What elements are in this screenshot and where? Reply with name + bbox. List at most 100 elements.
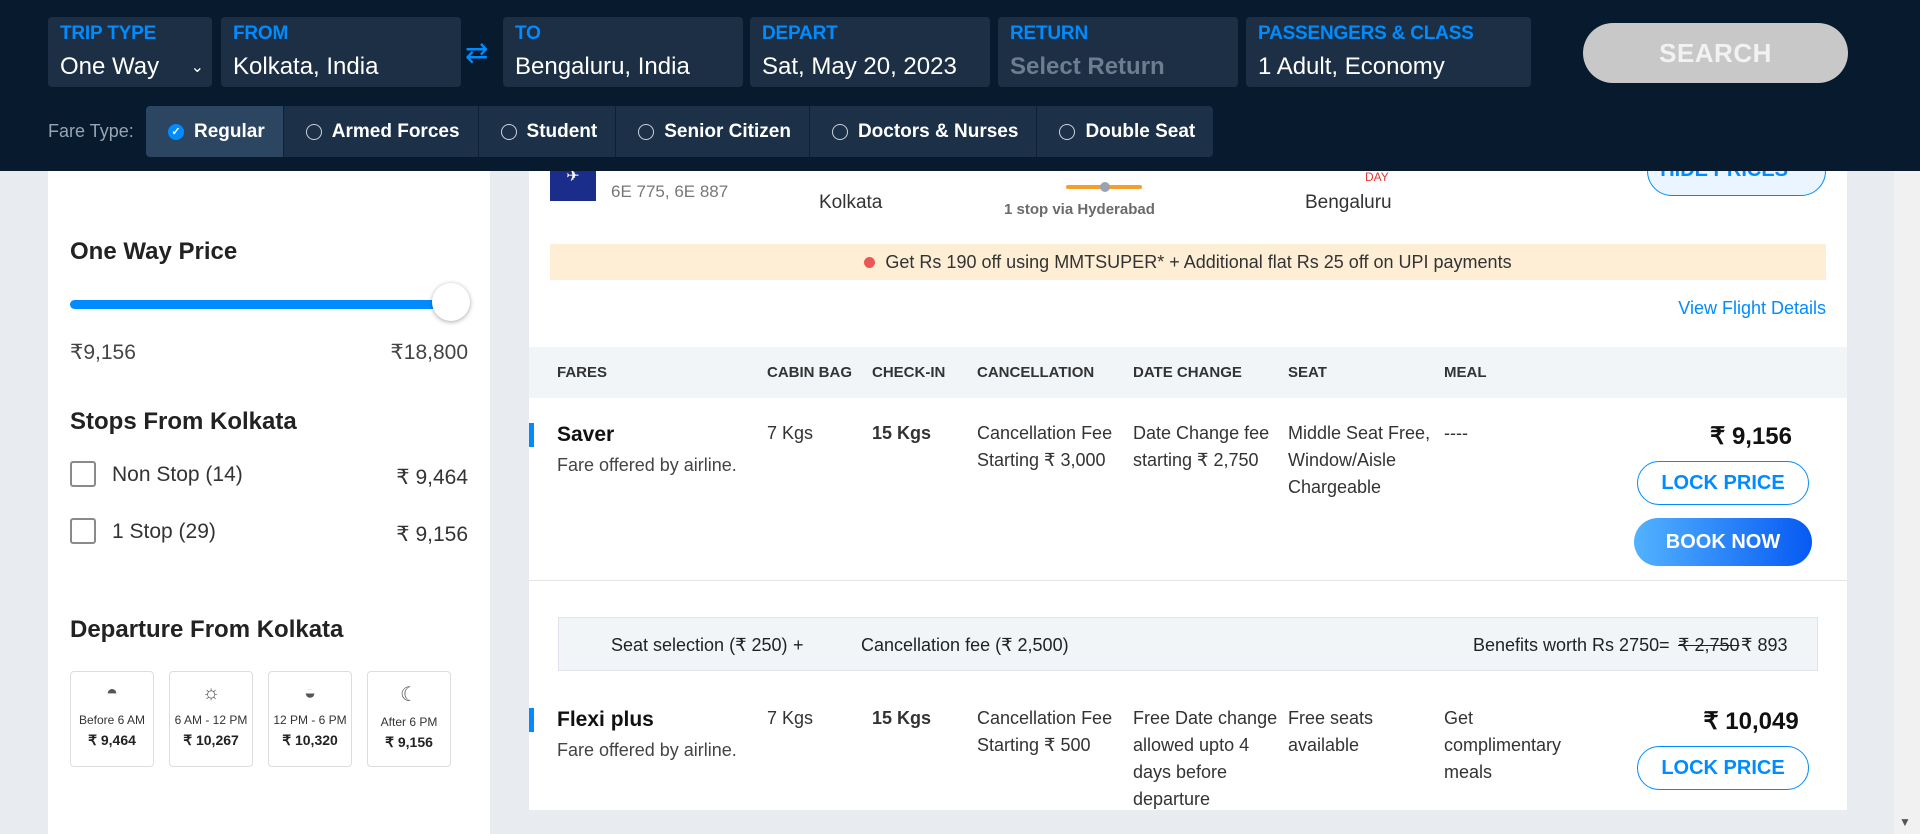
fare-type-options: ✓ Regular Armed Forces Student Senior Ci… — [146, 106, 1214, 157]
seat: Free seats available — [1288, 708, 1374, 755]
price-slider-handle[interactable] — [432, 283, 470, 321]
return-field[interactable]: RETURN Select Return — [998, 17, 1238, 87]
sunset-icon: ◒ — [303, 682, 317, 704]
time-slot-price: ₹ 10,320 — [282, 732, 338, 748]
time-slot-6am-12pm[interactable]: ☼ 6 AM - 12 PM ₹ 10,267 — [169, 671, 253, 767]
return-value: Select Return — [1010, 53, 1165, 80]
card-bottom-edge — [529, 810, 1847, 820]
fare-subtitle: Fare offered by airline. — [557, 455, 737, 475]
checkbox[interactable] — [70, 461, 96, 487]
fare-option-label: Regular — [194, 120, 265, 142]
benefit-plus: + — [793, 635, 804, 655]
lock-price-button[interactable]: LOCK PRICE — [1637, 461, 1809, 505]
price-filter-title: One Way Price — [70, 238, 238, 265]
col-meal: MEAL — [1444, 364, 1487, 381]
trip-type-value: One Way — [60, 53, 160, 80]
time-slot-label: 12 PM - 6 PM — [273, 713, 347, 727]
book-now-button[interactable]: BOOK NOW — [1634, 518, 1812, 566]
stop-price: ₹ 9,464 — [396, 466, 468, 489]
stop-option-non-stop[interactable]: Non Stop (14) ₹ 9,464 — [70, 461, 468, 491]
stop-info: 1 stop via Hyderabad — [1004, 201, 1155, 218]
scroll-down-arrow-icon[interactable]: ▼ — [1899, 815, 1911, 829]
from-field[interactable]: FROM Kolkata, India — [221, 17, 461, 87]
stop-label: Non Stop (14) — [112, 463, 243, 486]
depart-label: DEPART — [762, 23, 838, 44]
fare-option-armed-forces[interactable]: Armed Forces — [284, 106, 479, 157]
benefit-equals: = — [1659, 635, 1670, 655]
radio-icon — [500, 123, 517, 140]
price-slider-track[interactable] — [70, 300, 450, 309]
filter-sidebar: One Way Price ₹9,156 ₹18,800 Stops From … — [48, 150, 490, 834]
depart-field[interactable]: DEPART Sat, May 20, 2023 — [750, 17, 990, 87]
promo-text: Get Rs 190 off using MMTSUPER* + Additio… — [885, 251, 1512, 272]
divider — [529, 580, 1847, 581]
price-min: ₹9,156 — [70, 341, 136, 364]
cabin-bag: 7 Kgs — [767, 423, 814, 443]
radio-icon — [1059, 123, 1076, 140]
trip-type-select[interactable]: TRIP TYPE One Way ⌄ — [48, 17, 212, 87]
time-slot-price: ₹ 9,464 — [88, 732, 136, 748]
fare-option-double-seat[interactable]: Double Seat — [1037, 106, 1213, 157]
moon-icon: ☾ — [400, 684, 418, 706]
departure-city: Kolkata — [819, 192, 883, 213]
radio-icon — [638, 123, 655, 140]
from-value: Kolkata, India — [233, 53, 379, 80]
search-button[interactable]: SEARCH — [1583, 23, 1848, 83]
to-label: TO — [515, 23, 541, 44]
departure-filter-title: Departure From Kolkata — [70, 616, 344, 643]
fare-indicator — [529, 423, 534, 447]
seat: Middle Seat Free, Window/Aisle Chargeabl… — [1288, 423, 1431, 497]
benefit-new-price: ₹ 893 — [1741, 635, 1788, 655]
meal: ---- — [1444, 423, 1468, 443]
cancellation: Cancellation Fee Starting ₹ 3,000 — [977, 423, 1113, 470]
radio-icon — [831, 123, 848, 140]
fare-option-regular[interactable]: ✓ Regular — [146, 106, 284, 157]
col-date-change: DATE CHANGE — [1133, 364, 1242, 381]
col-check-in: CHECK-IN — [872, 364, 946, 381]
benefit-old-price: ₹ 2,750 — [1678, 635, 1740, 655]
arrival-city: Bengaluru — [1305, 192, 1392, 213]
fare-option-student[interactable]: Student — [479, 106, 617, 157]
time-slot-price: ₹ 9,156 — [385, 734, 433, 750]
fare-option-label: Double Seat — [1085, 120, 1196, 142]
fare-option-doctors-nurses[interactable]: Doctors & Nurses — [810, 106, 1038, 157]
passengers-field[interactable]: PASSENGERS & CLASS 1 Adult, Economy — [1246, 17, 1531, 87]
fare-option-senior-citizen[interactable]: Senior Citizen — [616, 106, 810, 157]
fare-option-label: Doctors & Nurses — [857, 120, 1019, 142]
swap-icon[interactable]: ⇄ — [465, 36, 488, 69]
promo-banner: Get Rs 190 off using MMTSUPER* + Additio… — [550, 244, 1826, 280]
next-day-tag: DAY — [1365, 170, 1389, 184]
time-slot-before-6am[interactable]: ◓ Before 6 AM ₹ 9,464 — [70, 671, 154, 767]
benefit-seat: Seat selection (₹ 250) — [611, 635, 788, 655]
date-change: Date Change fee starting ₹ 2,750 — [1133, 423, 1270, 470]
to-field[interactable]: TO Bengaluru, India — [503, 17, 743, 87]
benefit-worth: Benefits worth Rs 2750 — [1473, 635, 1660, 655]
cabin-bag: 7 Kgs — [767, 708, 814, 728]
fare-price: ₹ 10,049 — [1703, 708, 1799, 735]
depart-value: Sat, May 20, 2023 — [762, 53, 957, 80]
check-in: 15 Kgs — [872, 708, 932, 728]
benefit-cancel: Cancellation fee (₹ 2,500) — [861, 635, 1069, 655]
time-slot-12pm-6pm[interactable]: ◒ 12 PM - 6 PM ₹ 10,320 — [268, 671, 352, 767]
passengers-label: PASSENGERS & CLASS — [1258, 23, 1474, 44]
passengers-value: 1 Adult, Economy — [1258, 53, 1445, 80]
chevron-down-icon: ⌄ — [190, 59, 204, 76]
date-change: Free Date change allowed upto 4 days bef… — [1133, 708, 1278, 809]
time-slot-label: Before 6 AM — [78, 713, 146, 727]
fare-name: Saver — [557, 423, 615, 446]
cancellation: Cancellation Fee Starting ₹ 500 — [977, 708, 1113, 755]
search-header: TRIP TYPE One Way ⌄ FROM Kolkata, India … — [0, 0, 1920, 171]
stop-option-1-stop[interactable]: 1 Stop (29) ₹ 9,156 — [70, 518, 468, 548]
col-cabin-bag: CABIN BAG — [767, 364, 852, 381]
view-flight-details-link[interactable]: View Flight Details — [1678, 298, 1826, 319]
time-slot-after-6pm[interactable]: ☾ After 6 PM ₹ 9,156 — [367, 671, 451, 767]
check-icon: ✓ — [168, 123, 184, 140]
checkbox[interactable] — [70, 518, 96, 544]
col-fares: FARES — [557, 364, 608, 381]
fare-option-label: Student — [526, 120, 598, 142]
radio-icon — [305, 123, 322, 140]
lock-price-button[interactable]: LOCK PRICE — [1637, 746, 1809, 790]
col-cancellation: CANCELLATION — [977, 364, 1095, 381]
stops-filter-title: Stops From Kolkata — [70, 408, 297, 435]
time-slot-price: ₹ 10,267 — [183, 732, 239, 748]
